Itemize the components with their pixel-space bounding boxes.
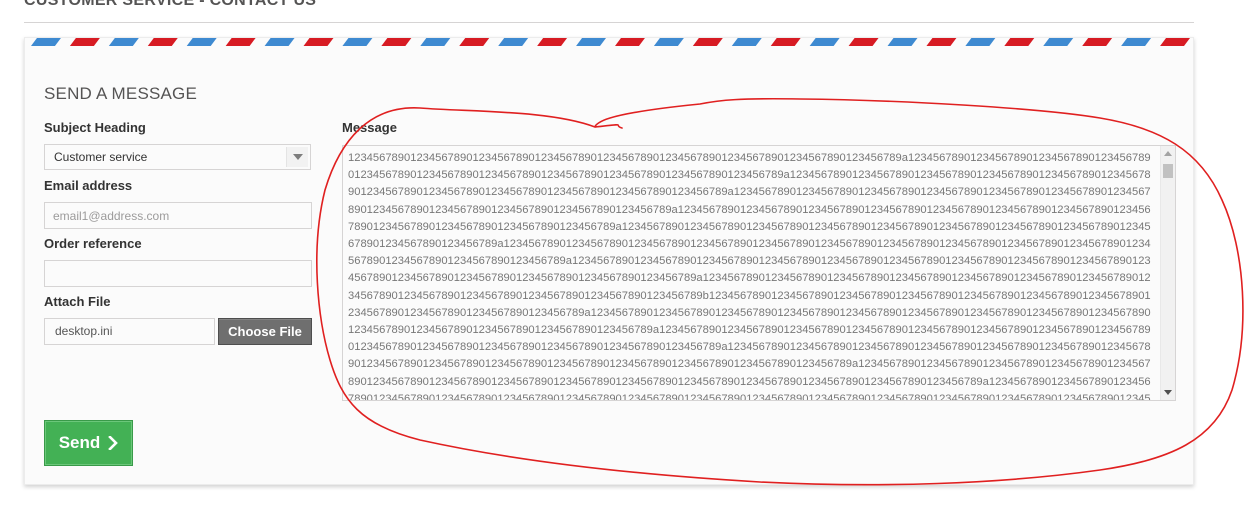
stripe-segment <box>147 38 178 46</box>
order-reference-field[interactable] <box>44 260 312 287</box>
message-text[interactable]: 1234567890123456789012345678901234567890… <box>348 150 1156 400</box>
stripe-segment <box>186 38 217 46</box>
stripe-segment <box>1160 38 1191 46</box>
send-button[interactable]: Send <box>44 420 133 466</box>
stripe-segment <box>731 38 762 46</box>
stripe-segment <box>887 38 918 46</box>
attached-file-name: desktop.ini <box>44 318 215 345</box>
subject-label: Subject Heading <box>44 120 146 135</box>
stripe-segment <box>848 38 879 46</box>
scrollbar-thumb[interactable] <box>1163 164 1173 178</box>
stripe-segment <box>537 38 568 46</box>
contact-form: Send a message Subject Heading Customer … <box>24 37 1194 485</box>
form-legend: Send a message <box>44 84 198 103</box>
choose-file-button[interactable]: Choose File <box>218 318 312 345</box>
stripe-segment <box>303 38 334 46</box>
stripe-segment <box>264 38 295 46</box>
stripe-segment <box>381 38 412 46</box>
attach-file-label: Attach File <box>44 294 111 309</box>
message-textarea[interactable]: 1234567890123456789012345678901234567890… <box>342 145 1176 401</box>
airmail-stripe <box>30 38 1191 46</box>
chevron-down-icon[interactable] <box>286 147 308 167</box>
order-reference-label: Order reference <box>44 236 142 251</box>
stripe-segment <box>225 38 256 46</box>
stripe-segment <box>770 38 801 46</box>
stripe-segment <box>1121 38 1152 46</box>
message-scrollbar[interactable] <box>1160 146 1175 400</box>
stripe-segment <box>108 38 139 46</box>
scroll-up-icon[interactable] <box>1164 151 1172 156</box>
stripe-segment <box>692 38 723 46</box>
chevron-right-icon <box>108 436 119 450</box>
send-button-label: Send <box>58 433 101 452</box>
subject-select[interactable]: Customer service <box>44 144 311 170</box>
stripe-segment <box>965 38 996 46</box>
scroll-down-icon[interactable] <box>1164 390 1172 395</box>
stripe-segment <box>653 38 684 46</box>
stripe-segment <box>342 38 373 46</box>
email-label: Email address <box>44 178 133 193</box>
stripe-segment <box>809 38 840 46</box>
email-field[interactable] <box>44 202 312 229</box>
subject-select-value: Customer service <box>54 150 148 164</box>
page-heading: Customer service - Contact us <box>24 0 317 9</box>
stripe-segment <box>459 38 490 46</box>
stripe-segment <box>420 38 451 46</box>
message-label: Message <box>342 120 397 135</box>
heading-divider <box>24 22 1194 23</box>
stripe-segment <box>1082 38 1113 46</box>
stripe-segment <box>30 38 61 46</box>
stripe-segment <box>1004 38 1035 46</box>
stripe-segment <box>498 38 529 46</box>
stripe-segment <box>69 38 100 46</box>
stripe-segment <box>1043 38 1074 46</box>
stripe-segment <box>614 38 645 46</box>
stripe-segment <box>926 38 957 46</box>
stripe-segment <box>576 38 607 46</box>
